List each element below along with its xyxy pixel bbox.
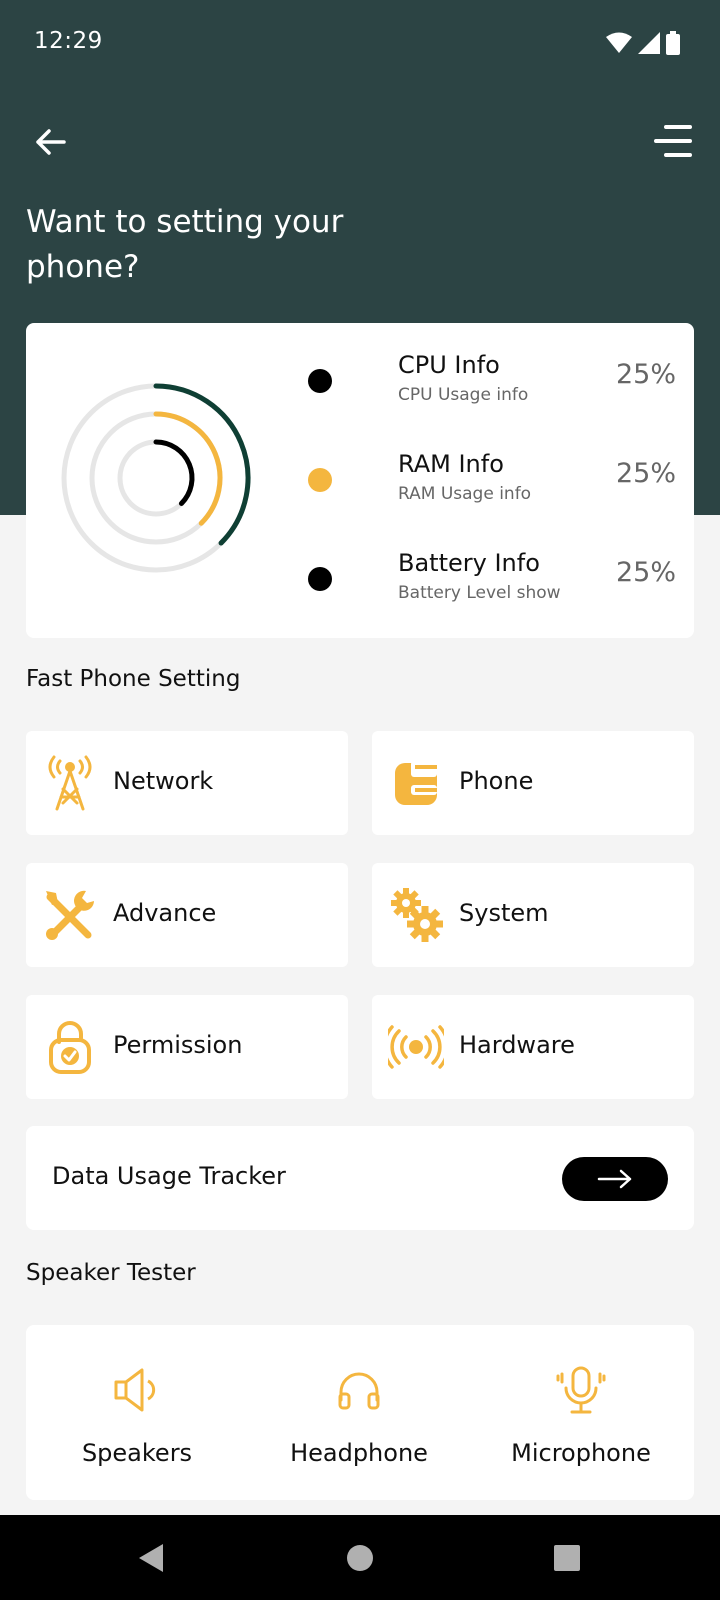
stat-subtitle: RAM Usage info — [398, 484, 532, 504]
headphone-label: Headphone — [290, 1439, 428, 1467]
section-title-speaker-tester: Speaker Tester — [26, 1260, 196, 1286]
tracker-open-button[interactable] — [562, 1157, 668, 1201]
stat-value: 25% — [615, 359, 676, 390]
usage-rings-chart — [61, 383, 251, 573]
microphone-item[interactable]: Microphone — [470, 1325, 692, 1500]
headphone-icon — [324, 1361, 394, 1419]
ring-arc-ram — [153, 411, 223, 526]
ram-dot — [308, 468, 332, 492]
section-title-fast-setting: Fast Phone Setting — [26, 666, 241, 692]
cpu-dot — [308, 369, 332, 393]
battery-dot — [308, 567, 332, 591]
broadcast-icon — [388, 1019, 444, 1075]
speaker-tester-card: Speakers Headphone Microphone — [26, 1325, 694, 1500]
page-title: Want to setting your phone? — [26, 204, 344, 285]
tile-label: Permission — [113, 1031, 243, 1059]
tile-label: Advance — [113, 899, 217, 927]
battery-icon — [666, 31, 680, 55]
tile-phone[interactable]: Phone — [372, 731, 694, 835]
network-tower-icon — [42, 755, 98, 811]
status-icons — [606, 30, 680, 56]
arrow-right-icon — [597, 1169, 632, 1189]
stat-subtitle: Battery Level show — [398, 583, 561, 603]
tile-advance[interactable]: Advance — [26, 863, 348, 967]
tile-label: Hardware — [459, 1031, 575, 1059]
system-nav-bar — [0, 1515, 720, 1600]
stat-row-battery[interactable]: Battery Info Battery Level show 25% — [296, 545, 676, 615]
stat-row-cpu[interactable]: CPU Info CPU Usage info 25% — [296, 347, 676, 417]
back-button[interactable] — [26, 120, 74, 164]
top-nav — [0, 110, 720, 174]
tools-icon — [42, 887, 98, 943]
speaker-icon — [102, 1361, 172, 1419]
stat-value: 25% — [615, 557, 676, 588]
phone-card-icon — [388, 755, 444, 811]
status-bar: 12:29 — [0, 0, 720, 86]
tile-label: Phone — [459, 767, 534, 795]
menu-icon — [654, 125, 692, 157]
nav-home-button[interactable] — [337, 1535, 383, 1581]
ring-arc-battery — [153, 439, 195, 506]
stats-card: CPU Info CPU Usage info 25% RAM Info RAM… — [26, 323, 694, 638]
nav-recents-button[interactable] — [544, 1535, 590, 1581]
stat-row-ram[interactable]: RAM Info RAM Usage info 25% — [296, 446, 676, 516]
speakers-item[interactable]: Speakers — [26, 1325, 248, 1500]
tile-network[interactable]: Network — [26, 731, 348, 835]
data-usage-tracker-card[interactable]: Data Usage Tracker — [26, 1126, 694, 1230]
stat-value: 25% — [615, 458, 676, 489]
tile-permission[interactable]: Permission — [26, 995, 348, 1099]
tile-label: System — [459, 899, 549, 927]
nav-home-icon — [347, 1545, 373, 1571]
tile-hardware[interactable]: Hardware — [372, 995, 694, 1099]
tracker-label: Data Usage Tracker — [52, 1162, 286, 1190]
status-time: 12:29 — [34, 28, 103, 54]
stat-subtitle: CPU Usage info — [398, 385, 529, 405]
stat-title: CPU Info — [398, 351, 500, 379]
wifi-icon — [606, 32, 632, 53]
cell-signal-icon — [638, 32, 660, 54]
headphone-item[interactable]: Headphone — [248, 1325, 470, 1500]
speakers-label: Speakers — [81, 1439, 193, 1467]
microphone-label: Microphone — [511, 1439, 651, 1467]
lock-check-icon — [42, 1019, 98, 1075]
stat-title: RAM Info — [398, 450, 504, 478]
gears-icon — [388, 887, 444, 943]
nav-back-icon — [139, 1544, 163, 1572]
menu-button[interactable] — [648, 118, 698, 164]
arrow-left-icon — [36, 129, 66, 155]
tile-system[interactable]: System — [372, 863, 694, 967]
stat-title: Battery Info — [398, 549, 540, 577]
nav-recents-icon — [554, 1545, 580, 1571]
nav-back-button[interactable] — [128, 1535, 174, 1581]
tile-label: Network — [113, 767, 214, 795]
microphone-icon — [546, 1361, 616, 1419]
